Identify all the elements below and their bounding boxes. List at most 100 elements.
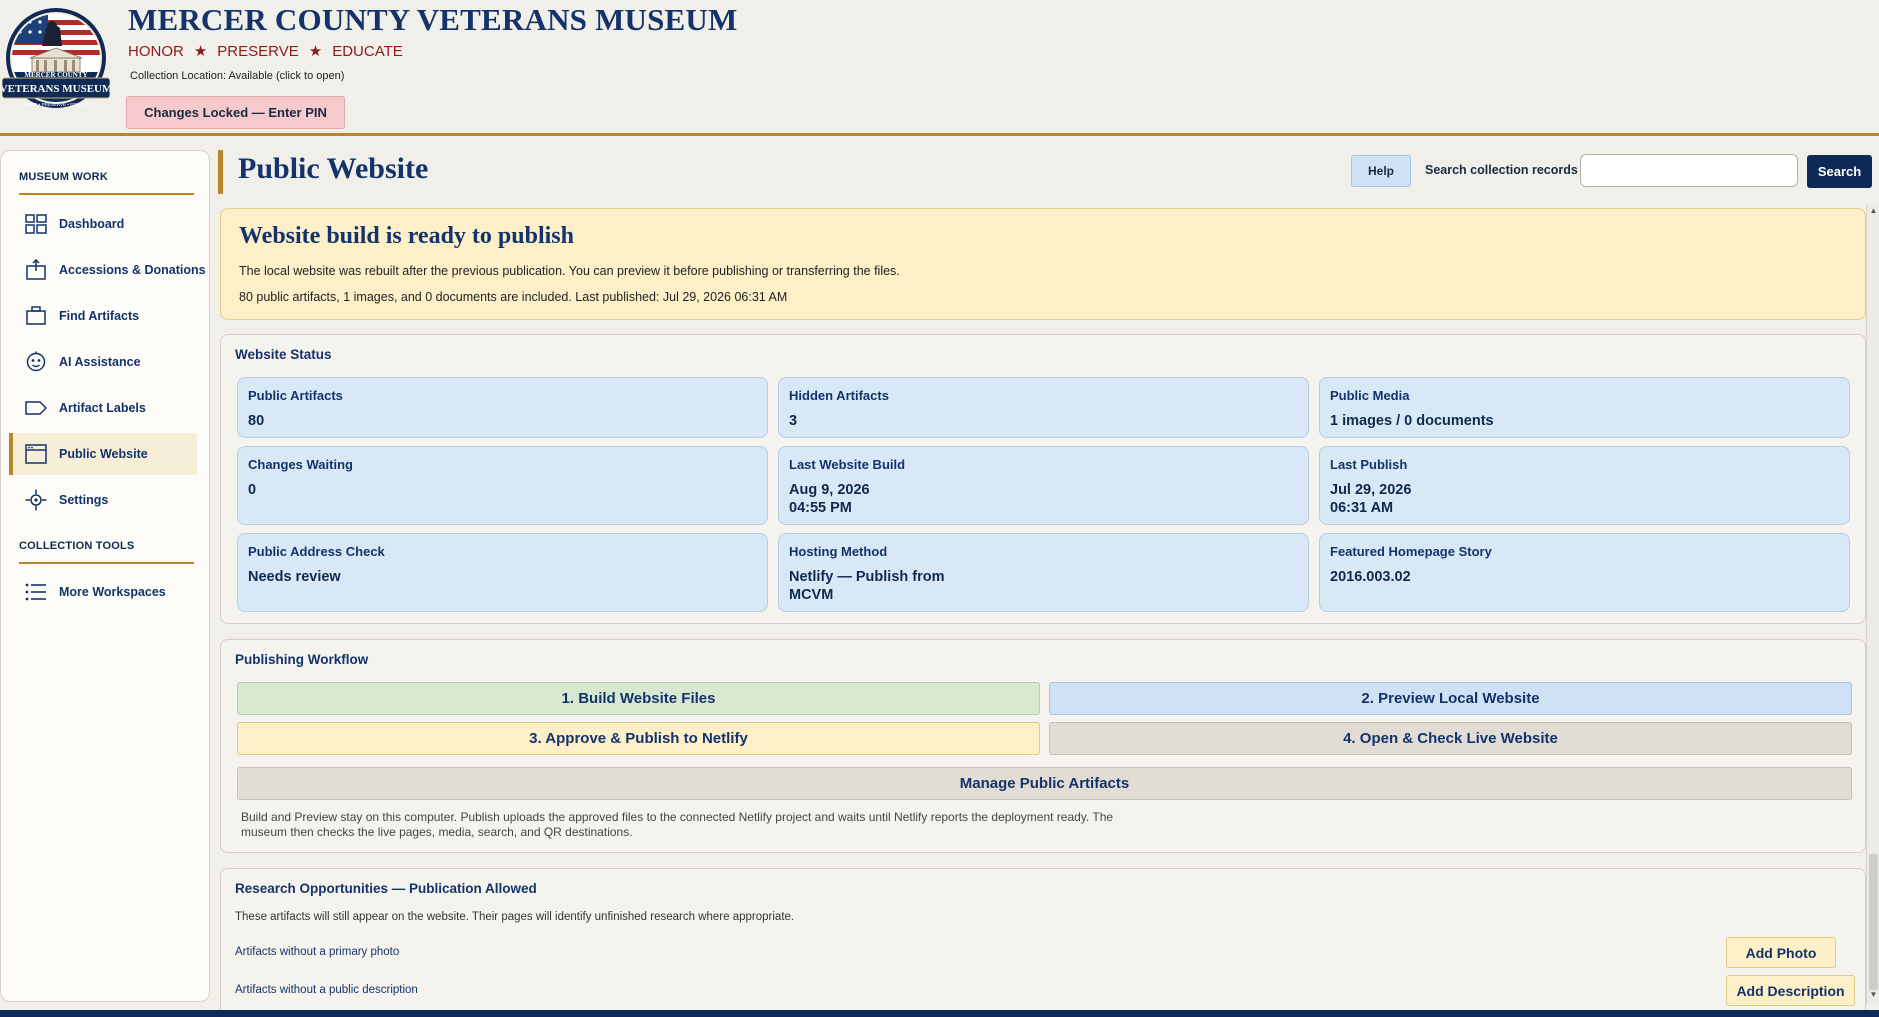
stat-value: Netlify — Publish from MCVM <box>789 569 945 603</box>
panel-title: Research Opportunities — Publication All… <box>235 881 537 896</box>
stat-hosting-method: Hosting Method Netlify — Publish from MC… <box>778 533 1309 612</box>
museum-title: MERCER COUNTY VETERANS MUSEUM <box>128 2 738 37</box>
stat-value: Jul 29, 2026 06:31 AM <box>1330 482 1412 516</box>
tagline-preserve: PRESERVE <box>217 42 299 60</box>
sidebar-item-public-website[interactable]: Public Website <box>9 433 197 475</box>
website-status-panel: Website Status Public Artifacts 80 Hidde… <box>220 334 1866 624</box>
search-input[interactable] <box>1580 154 1798 187</box>
banner-summary: 80 public artifacts, 1 images, and 0 doc… <box>239 290 788 304</box>
museum-logo: MERCER COUNTY VETERANS MUSEUM HONOR • PR… <box>2 8 110 108</box>
stat-label: Hosting Method <box>789 544 888 559</box>
sidebar-divider <box>19 562 194 564</box>
panel-title: Publishing Workflow <box>235 652 369 667</box>
stat-value: Needs review <box>248 569 341 585</box>
main-scrollbar[interactable]: ▲ ▼ <box>1866 204 1879 1004</box>
research-row-label: Artifacts without a primary photo <box>235 946 400 958</box>
workflow-note: Build and Preview stay on this computer.… <box>241 810 1114 839</box>
sidebar-divider <box>19 193 194 195</box>
svg-text:VETERANS MUSEUM: VETERANS MUSEUM <box>2 83 110 95</box>
sidebar-section-museum-work: MUSEUM WORK <box>19 171 108 183</box>
stat-hidden-artifacts: Hidden Artifacts 3 <box>778 377 1309 438</box>
tagline-honor: HONOR <box>128 42 184 60</box>
sidebar-item-more-workspaces[interactable]: More Workspaces <box>11 571 199 613</box>
briefcase-icon <box>25 305 47 327</box>
stat-changes-waiting: Changes Waiting 0 <box>237 446 768 525</box>
sidebar-item-label: Accessions & Donations <box>59 263 206 277</box>
stat-value: 0 <box>248 482 257 498</box>
stat-value: Aug 9, 2026 04:55 PM <box>789 482 870 516</box>
sidebar-item-accessions[interactable]: Accessions & Donations <box>11 249 206 291</box>
sidebar-item-label: Public Website <box>59 447 148 461</box>
list-icon <box>25 581 47 603</box>
sidebar: MUSEUM WORK Dashboard Accessions & Donat… <box>0 150 210 1002</box>
stat-value: 3 <box>789 413 798 429</box>
star-icon: ★ <box>308 43 323 60</box>
sidebar-item-ai-assistance[interactable]: AI Assistance <box>11 341 199 383</box>
stat-public-artifacts: Public Artifacts 80 <box>237 377 768 438</box>
stat-public-address-check: Public Address Check Needs review <box>237 533 768 612</box>
panel-title: Website Status <box>235 347 332 362</box>
stat-label: Public Artifacts <box>248 388 343 403</box>
banner-title: Website build is ready to publish <box>239 223 574 249</box>
manage-public-artifacts-button[interactable]: Manage Public Artifacts <box>237 767 1852 800</box>
research-description: These artifacts will still appear on the… <box>235 911 795 923</box>
stat-last-publish: Last Publish Jul 29, 2026 06:31 AM <box>1319 446 1850 525</box>
stat-label: Public Address Check <box>248 544 385 559</box>
sidebar-item-label: Settings <box>59 493 109 507</box>
stat-label: Hidden Artifacts <box>789 388 889 403</box>
search-label: Search collection records <box>1425 163 1578 177</box>
add-photo-button[interactable]: Add Photo <box>1726 937 1836 968</box>
banner-description: The local website was rebuilt after the … <box>239 264 900 278</box>
bottom-bar <box>0 1010 1879 1017</box>
sidebar-item-label: Dashboard <box>59 217 125 231</box>
scroll-thumb[interactable] <box>1869 854 1878 990</box>
approve-publish-button[interactable]: 3. Approve & Publish to Netlify <box>237 722 1040 755</box>
stat-label: Last Publish <box>1330 457 1408 472</box>
publish-ready-banner: Website build is ready to publish The lo… <box>220 208 1866 320</box>
publishing-workflow-panel: Publishing Workflow 1. Build Website Fil… <box>220 639 1866 853</box>
gear-icon <box>25 489 47 511</box>
stat-label: Featured Homepage Story <box>1330 544 1492 559</box>
stat-value: 2016.003.02 <box>1330 569 1411 585</box>
tagline-educate: EDUCATE <box>332 42 403 60</box>
dashboard-icon <box>25 213 47 235</box>
research-opportunities-panel: Research Opportunities — Publication All… <box>220 868 1866 1017</box>
sidebar-item-dashboard[interactable]: Dashboard <box>11 203 199 245</box>
star-icon: ★ <box>193 43 208 60</box>
sidebar-item-settings[interactable]: Settings <box>11 479 199 521</box>
sidebar-item-artifact-labels[interactable]: Artifact Labels <box>11 387 199 429</box>
sidebar-item-label: Artifact Labels <box>59 401 146 415</box>
stat-label: Last Website Build <box>789 457 906 472</box>
build-website-button[interactable]: 1. Build Website Files <box>237 682 1040 715</box>
stat-label: Changes Waiting <box>248 457 353 472</box>
page-title: Public Website <box>238 152 429 185</box>
stat-label: Public Media <box>1330 388 1410 403</box>
scroll-down-icon[interactable]: ▼ <box>1868 990 1879 1000</box>
sidebar-section-collection-tools: COLLECTION TOOLS <box>19 540 135 552</box>
preview-local-website-button[interactable]: 2. Preview Local Website <box>1049 682 1852 715</box>
stat-public-media: Public Media 1 images / 0 documents <box>1319 377 1850 438</box>
help-button[interactable]: Help <box>1351 155 1411 187</box>
stat-value: 1 images / 0 documents <box>1330 413 1494 429</box>
enter-pin-button[interactable]: Changes Locked — Enter PIN <box>126 96 345 129</box>
stat-last-website-build: Last Website Build Aug 9, 2026 04:55 PM <box>778 446 1309 525</box>
scroll-up-icon[interactable]: ▲ <box>1868 206 1879 216</box>
title-accent-bar <box>218 150 223 194</box>
search-button[interactable]: Search <box>1807 155 1872 188</box>
add-description-button[interactable]: Add Description <box>1726 975 1855 1006</box>
tag-icon <box>25 397 47 419</box>
stat-value: 80 <box>248 413 265 429</box>
svg-text:HONOR • PRESERVE • EDUCATE: HONOR • PRESERVE • EDUCATE <box>21 102 92 107</box>
browser-icon <box>25 443 47 465</box>
collection-location-link[interactable]: Collection Location: Available (click to… <box>130 70 344 82</box>
sidebar-item-label: More Workspaces <box>59 585 166 599</box>
svg-text:MERCER COUNTY: MERCER COUNTY <box>24 71 87 79</box>
box-icon <box>25 259 47 281</box>
sidebar-item-find-artifacts[interactable]: Find Artifacts <box>11 295 199 337</box>
sidebar-item-label: Find Artifacts <box>59 309 140 323</box>
app-header: MERCER COUNTY VETERANS MUSEUM HONOR • PR… <box>0 0 1879 136</box>
sidebar-item-label: AI Assistance <box>59 355 141 369</box>
tagline: HONOR ★ PRESERVE ★ EDUCATE <box>128 42 403 61</box>
open-live-website-button[interactable]: 4. Open & Check Live Website <box>1049 722 1852 755</box>
stat-featured-homepage-story: Featured Homepage Story 2016.003.02 <box>1319 533 1850 612</box>
